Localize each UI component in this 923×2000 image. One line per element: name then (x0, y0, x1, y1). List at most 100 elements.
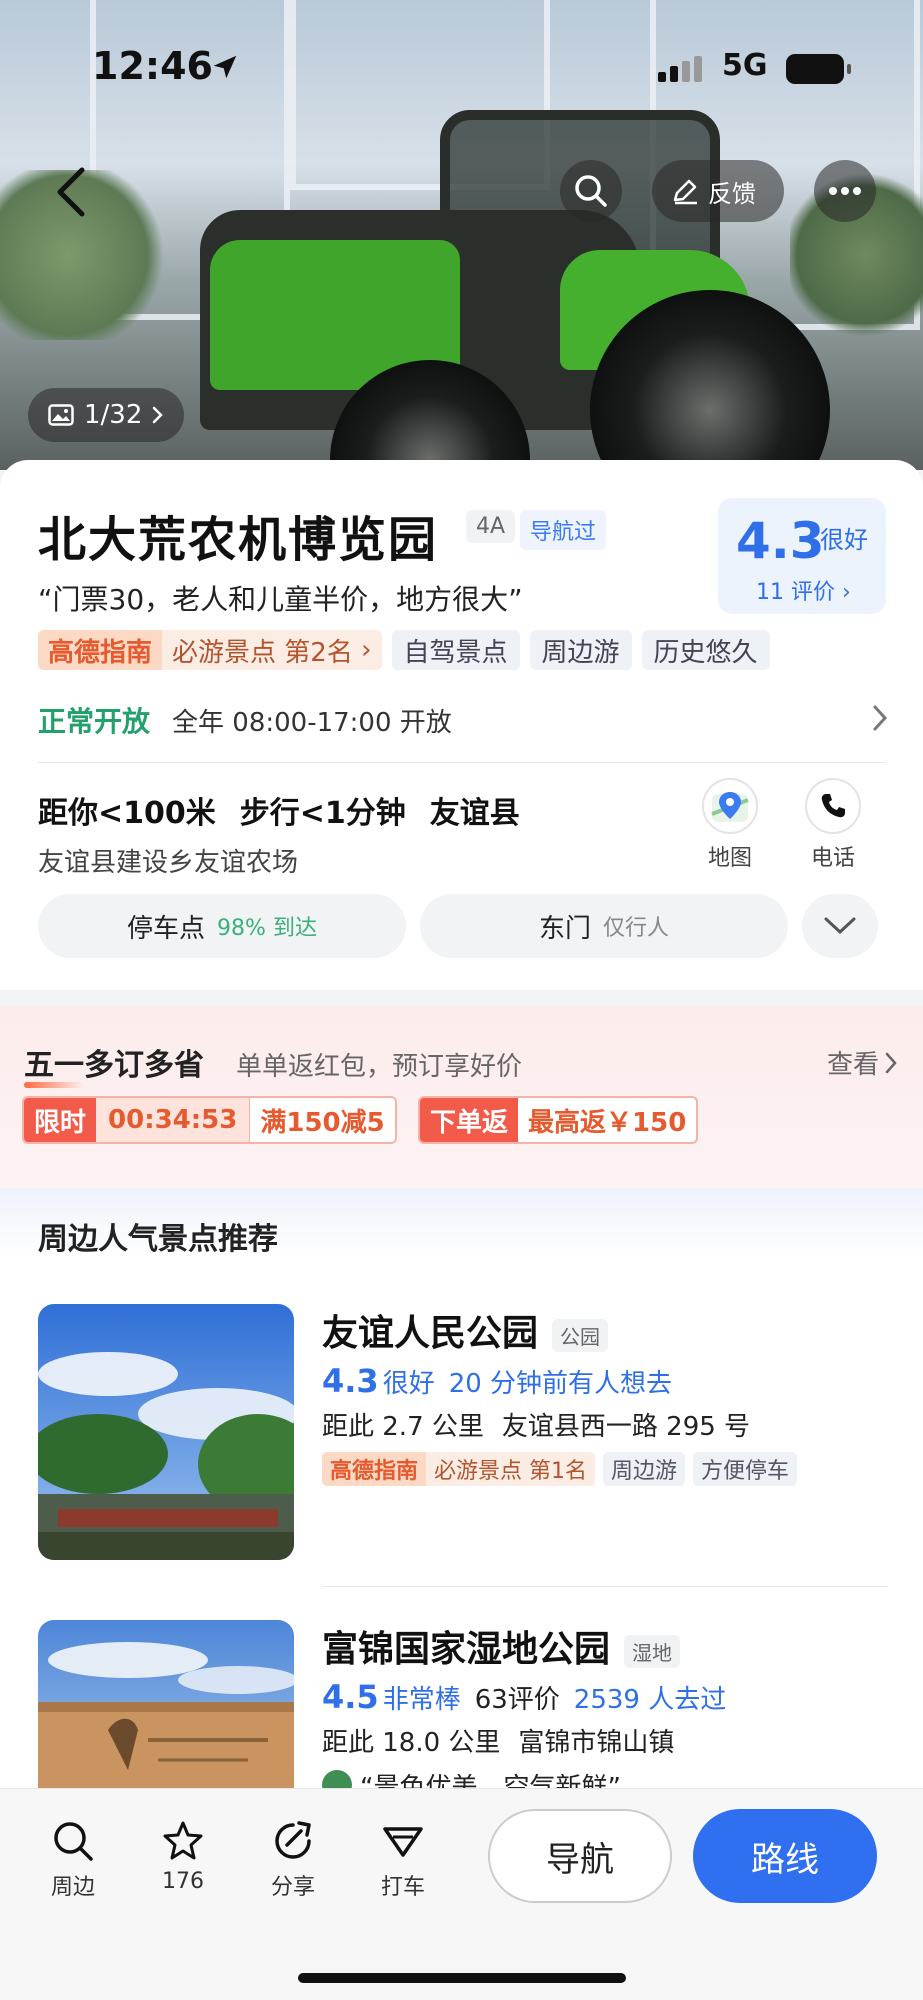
signal-icon (658, 56, 702, 82)
chevron-right-icon (873, 705, 888, 731)
recommend-address: 友谊县西一路 295 号 (501, 1412, 751, 1442)
feedback-label: 反馈 (708, 179, 756, 208)
expand-entrances-button[interactable] (802, 894, 878, 958)
promo-banner[interactable]: 五一多订多省 单单返红包，预订享好价 查看 限时 00:34:53 满150减5… (0, 1006, 923, 1188)
phone-button[interactable]: 电话 (793, 778, 873, 888)
feature-chip: 周边游 (529, 630, 632, 670)
photo-count: 1/32 (84, 400, 143, 430)
share-icon (275, 1821, 311, 1859)
rating-word: 很好 (820, 526, 868, 554)
feature-chip: 周边游 (603, 1452, 686, 1486)
favorite-tab[interactable]: 176 (138, 1819, 228, 1894)
taxi-icon (383, 1827, 423, 1857)
promo-title: 五一多订多省 (24, 1040, 204, 1088)
recommend-score: 4.3 (322, 1362, 379, 1400)
rank-chip: 高德指南 必游景点 第1名 (322, 1452, 596, 1486)
rank-text: 必游景点 第2名 › (172, 635, 372, 668)
entrance-east-gate[interactable]: 东门 仅行人 (420, 894, 788, 958)
entrance-sub: 仅行人 (603, 916, 670, 941)
recommend-name: 富锦国家湿地公园 湿地 (322, 1620, 681, 1672)
recommend-name: 友谊人民公园 公园 (322, 1304, 609, 1356)
recent-interest: 20 分钟前有人想去 (448, 1369, 673, 1399)
search-icon (575, 175, 607, 207)
taxi-tab[interactable]: 打车 (358, 1819, 448, 1901)
more-button[interactable] (814, 160, 876, 222)
recommend-location-row: 距此 18.0 公里 富锦市锦山镇 (322, 1722, 674, 1759)
recommend-score-word: 很好 (382, 1369, 435, 1399)
review-count: 11 评价 › (756, 580, 851, 605)
entrance-sub: 98% 到达 (217, 916, 317, 941)
rank-chip[interactable]: 高德指南 必游景点 第2名 › (38, 630, 382, 670)
coupon-value: 满150减5 (249, 1098, 394, 1142)
more-dots-icon (829, 187, 861, 195)
chevron-left-icon (57, 167, 85, 217)
search-button[interactable] (560, 160, 622, 222)
address: 友谊县建设乡友谊农场 (38, 848, 299, 878)
recommend-distance: 距此 18.0 公里 (322, 1728, 501, 1758)
chevron-down-icon (824, 917, 856, 935)
type-tag: 公园 (552, 1318, 609, 1352)
back-button[interactable] (48, 162, 96, 222)
visitor-count: 2539 人去过 (573, 1685, 727, 1715)
divider (38, 762, 886, 763)
share-tab[interactable]: 分享 (248, 1819, 338, 1901)
map-label: 地图 (707, 846, 752, 871)
park-thumbnail (38, 1304, 294, 1560)
route-button[interactable]: 路线 (693, 1809, 877, 1903)
poi-chips: 高德指南 必游景点 第2名 › 自驾景点 周边游 历史悠久 (38, 630, 770, 670)
countdown-timer: 00:34:53 (96, 1098, 250, 1142)
navigated-tag: 导航过 (520, 510, 607, 550)
photo-gallery-button[interactable]: 1/32 (28, 388, 185, 442)
guide-brand-badge: 高德指南 (322, 1452, 427, 1486)
poi-info-card: 北大荒农机博览园 4A 导航过 4.3 很好 11 评价 › “门票30，老人和… (0, 460, 923, 990)
type-tag: 湿地 (624, 1634, 681, 1668)
entrance-name: 东门 (538, 913, 591, 944)
battery-icon (786, 54, 851, 84)
nearby-tab[interactable]: 周边 (28, 1819, 118, 1901)
recommend-score-word: 非常棒 (382, 1685, 461, 1715)
opening-hours: 全年 08:00-17:00 开放 (172, 707, 452, 738)
location-arrow-icon (213, 55, 237, 79)
nearby-recommendations: 周边人气景点推荐 友谊人民公园 公园 4.3 很好 20 分钟前有人想去 距此 2… (0, 1188, 923, 1876)
entrance-parking[interactable]: 停车点 98% 到达 (38, 894, 406, 958)
county-name: 友谊县 (429, 796, 520, 831)
feature-chip: 历史悠久 (641, 630, 770, 670)
cashback-coupon[interactable]: 下单返 最高返￥150 (418, 1096, 699, 1144)
time-limited-coupon[interactable]: 限时 00:34:53 满150减5 (22, 1096, 397, 1144)
status-time: 12:46 (92, 44, 213, 88)
rank-text: 必游景点 第1名 (434, 1459, 588, 1484)
phone-icon (821, 794, 845, 818)
poi-title: 北大荒农机博览园 (38, 512, 439, 568)
coupon-label: 限时 (24, 1098, 97, 1142)
recommend-card[interactable]: 富锦国家湿地公园 湿地 4.5 非常棒 63评价 2539 人去过 距此 18.0… (38, 1620, 888, 1876)
tab-label: 周边 (50, 1875, 95, 1900)
search-icon (54, 1822, 93, 1861)
chevron-right-icon (885, 1052, 897, 1073)
distance-text: 距你<100米 (38, 796, 216, 831)
promo-see-link[interactable]: 查看 (827, 1044, 897, 1081)
chevron-right-icon (153, 406, 164, 424)
feature-chip: 方便停车 (693, 1452, 798, 1486)
navigation-button[interactable]: 导航 (488, 1809, 672, 1903)
bottom-action-bar: 周边 176 分享 打车 导航 路线 (0, 1788, 923, 2000)
map-button[interactable]: 地图 (690, 778, 770, 888)
review-quote: “门票30，老人和儿童半价，地方很大” (38, 583, 523, 616)
recommend-review-count: 63评价 (474, 1685, 560, 1715)
recommend-address: 富锦市锦山镇 (518, 1728, 675, 1758)
walk-time: 步行<1分钟 (239, 796, 406, 831)
feature-chip: 自驾景点 (391, 630, 520, 670)
rating-summary[interactable]: 4.3 很好 11 评价 › (718, 498, 886, 614)
recommend-card[interactable]: 友谊人民公园 公园 4.3 很好 20 分钟前有人想去 距此 2.7 公里 友谊县… (38, 1304, 888, 1564)
feedback-button[interactable]: 反馈 (652, 160, 784, 222)
coupon-value: 最高返￥150 (528, 1107, 687, 1138)
scenic-level-tag: 4A (466, 510, 516, 543)
recommend-score: 4.5 (322, 1678, 379, 1716)
opening-hours-row[interactable]: 正常开放 全年 08:00-17:00 开放 (38, 698, 888, 742)
favorite-count: 176 (162, 1869, 204, 1894)
rating-score: 4.3 (736, 512, 825, 570)
star-icon (163, 1821, 203, 1860)
promo-subtitle: 单单返红包，预订享好价 (236, 1052, 523, 1082)
guide-brand-badge: 高德指南 (38, 630, 163, 670)
network-type: 5G (722, 48, 768, 83)
image-icon (48, 404, 74, 426)
